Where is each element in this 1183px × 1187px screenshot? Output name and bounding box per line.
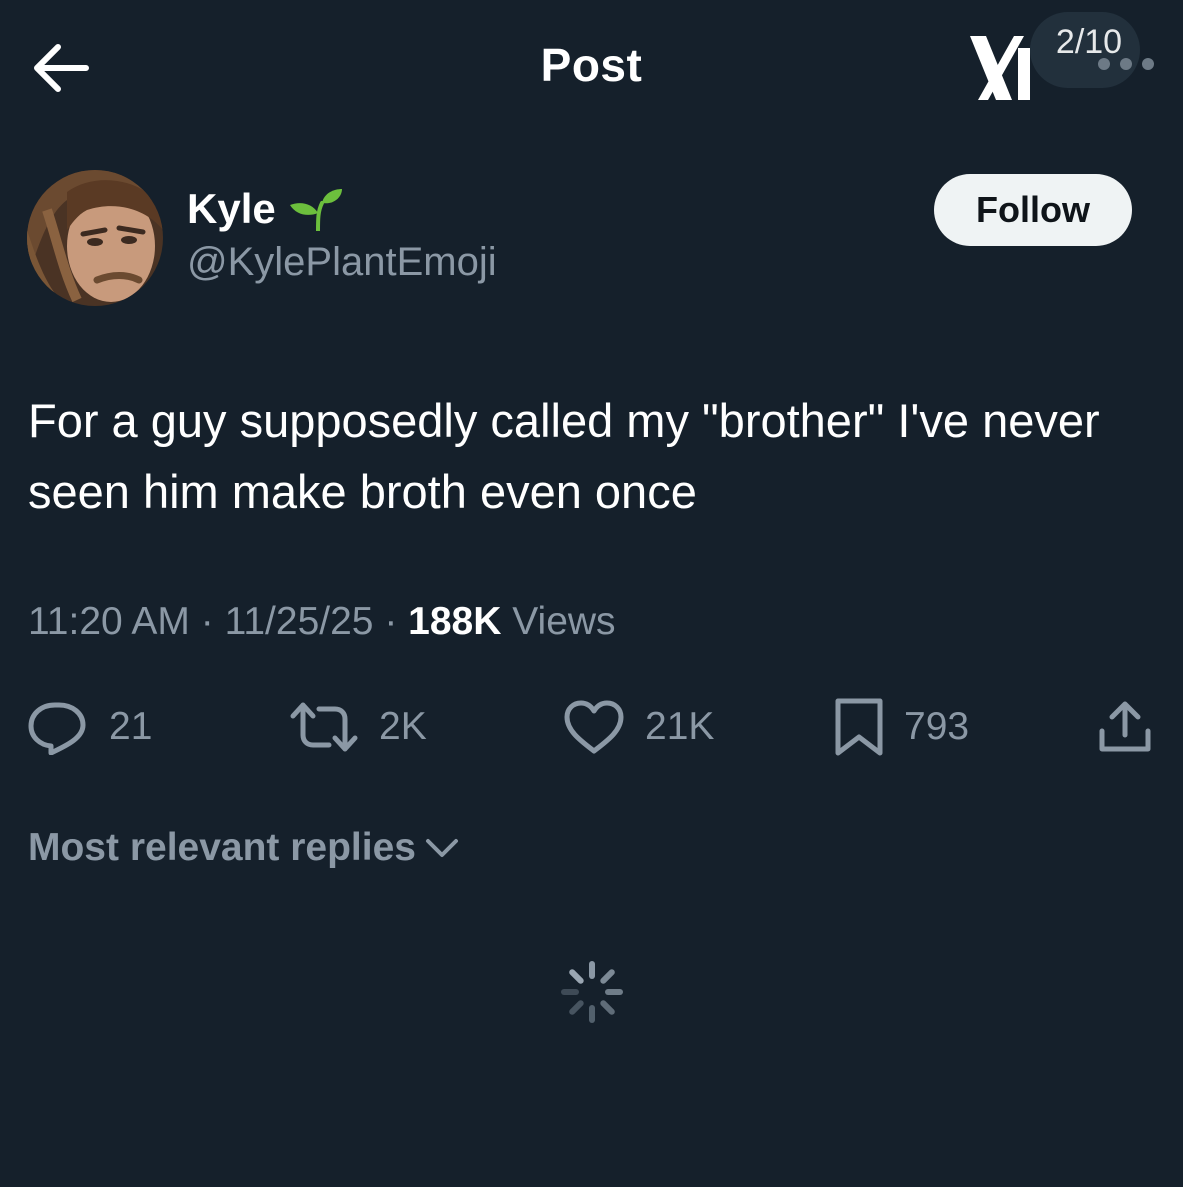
bookmark-button[interactable]: 793 (834, 697, 969, 757)
bookmark-count: 793 (904, 705, 970, 748)
views-label: Views (501, 600, 616, 643)
like-count: 21K (645, 705, 715, 748)
post-text: For a guy supposedly called my "brother"… (28, 394, 1100, 518)
author-name[interactable]: Kyle (187, 185, 344, 233)
author-handle[interactable]: @KylePlantEmoji (187, 240, 497, 285)
bookmark-icon (835, 698, 883, 756)
like-button[interactable]: 21K (563, 697, 714, 757)
views-count[interactable]: 188K (408, 600, 501, 644)
x-logo-icon[interactable] (966, 30, 1038, 104)
post-time[interactable]: 11:20 AM (28, 600, 190, 644)
seedling-icon (289, 189, 342, 231)
chevron-down-icon (425, 839, 458, 857)
repost-button[interactable]: 2K (289, 697, 427, 757)
heart-icon (564, 700, 624, 754)
replies-sort-label: Most relevant replies (28, 826, 416, 869)
repost-icon (290, 702, 358, 752)
media-counter[interactable]: 2/10 (1030, 12, 1154, 88)
author-name-text: Kyle (187, 185, 276, 232)
more-dots-icon (1098, 58, 1154, 70)
repost-count: 2K (379, 705, 427, 748)
reply-icon (28, 702, 86, 755)
avatar[interactable] (27, 170, 163, 306)
reply-count: 21 (109, 705, 153, 748)
follow-button[interactable]: Follow (934, 174, 1132, 246)
share-icon (1099, 701, 1151, 752)
meta-separator: · (189, 600, 225, 643)
share-button[interactable] (1096, 697, 1154, 757)
post-meta: 11:20 AM · 11/25/25 · 188K Views (28, 600, 616, 644)
reply-button[interactable]: 21 (27, 697, 152, 757)
replies-sort-dropdown[interactable]: Most relevant replies (28, 826, 460, 870)
loading-spinner-icon (560, 960, 624, 1024)
meta-separator: · (373, 600, 409, 643)
post-date[interactable]: 11/25/25 (225, 600, 374, 644)
